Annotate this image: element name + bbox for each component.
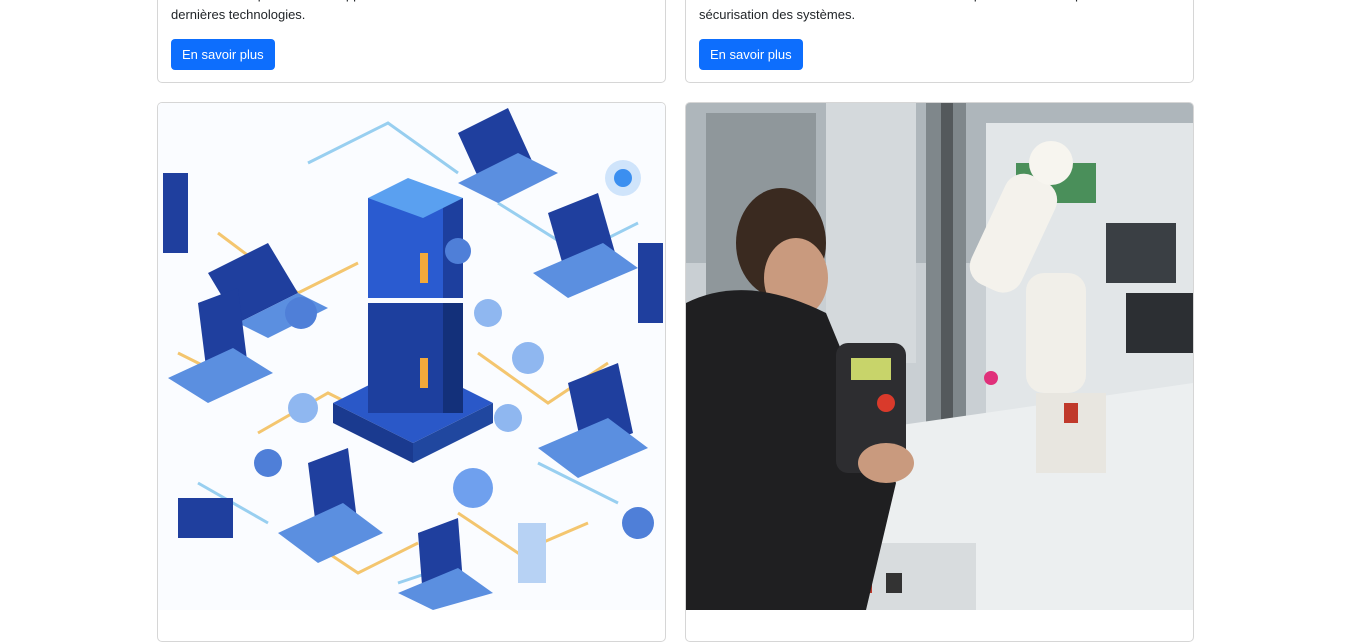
learn-more-button[interactable]: En savoir plus	[171, 39, 275, 70]
card-description: Maîtrisez l'administration des réseaux i…	[699, 0, 1117, 22]
industrial-robotics-photo	[686, 103, 1193, 610]
card-description: Formation complète en développement web …	[171, 0, 602, 22]
course-card-web: Formation complète en développement web …	[157, 0, 666, 83]
network-server-illustration	[158, 103, 665, 610]
course-card-infrastructure	[157, 102, 666, 642]
learn-more-button[interactable]: En savoir plus	[699, 39, 803, 70]
course-card-network: Maîtrisez l'administration des réseaux i…	[685, 0, 1194, 83]
course-card-automation	[685, 102, 1194, 642]
